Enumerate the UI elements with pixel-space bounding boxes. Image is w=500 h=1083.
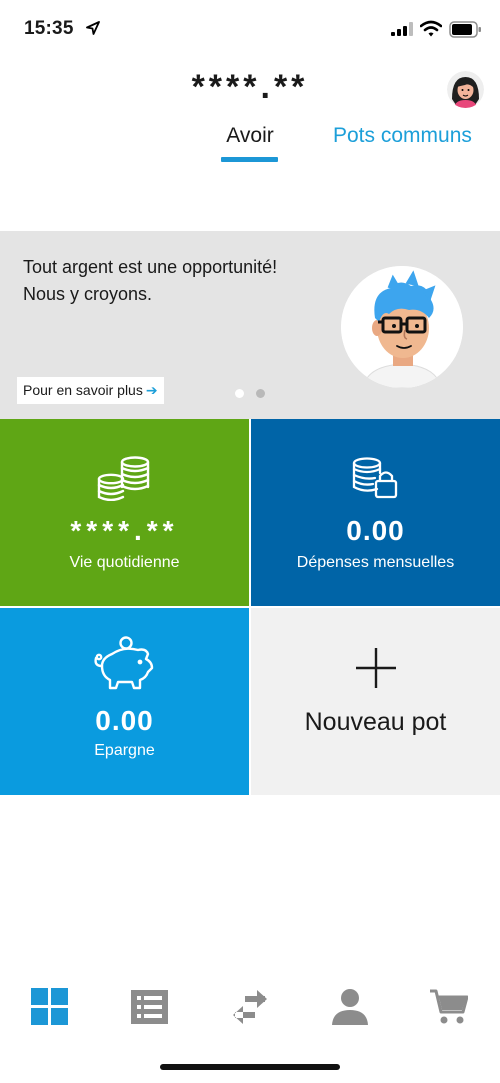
pot-label: Epargne (94, 742, 155, 759)
shopping-cart-icon (430, 989, 469, 1024)
home-indicator[interactable] (160, 1064, 340, 1070)
person-with-blue-hair-illustration (341, 266, 463, 388)
nav-transactions[interactable] (131, 988, 169, 1026)
profile-icon (332, 989, 368, 1025)
nav-transfer[interactable] (231, 988, 269, 1026)
pot-label: Vie quotidienne (69, 554, 180, 571)
banner-text: Tout argent est une opportunité! Nous y … (23, 254, 343, 308)
battery-icon (449, 21, 481, 38)
carousel-dot[interactable] (256, 389, 265, 398)
balance-amount: ****.** (191, 68, 309, 106)
nav-profile[interactable] (331, 988, 369, 1026)
new-pot-tile[interactable]: Nouveau pot (251, 608, 500, 795)
pot-label: Dépenses mensuelles (296, 554, 455, 571)
cellular-signal-icon (391, 22, 413, 36)
arrow-right-icon: ➔ (145, 382, 158, 398)
status-bar: 15:35 (0, 0, 500, 60)
pot-balance: ****.** (70, 515, 179, 546)
active-tab-indicator (221, 157, 278, 162)
user-avatar-icon[interactable] (447, 71, 484, 108)
transfer-arrows-icon (233, 990, 267, 1024)
piggy-bank-icon (93, 636, 153, 690)
plus-icon (356, 648, 396, 688)
coins-stack-icon (97, 456, 149, 501)
tab-pots-communs[interactable]: Pots communs (333, 124, 472, 148)
status-time: 15:35 (24, 18, 74, 39)
pot-tile-depenses-mensuelles[interactable]: 0.00 Dépenses mensuelles (251, 419, 500, 606)
nav-shop[interactable] (430, 988, 469, 1026)
pot-balance: 0.00 (95, 705, 154, 736)
pot-tile-epargne[interactable]: 0.00 Epargne (0, 608, 249, 795)
learn-more-label: Pour en savoir plus (23, 382, 143, 398)
list-icon (131, 990, 168, 1024)
carousel-dot-active[interactable] (235, 389, 244, 398)
pot-tile-vie-quotidienne[interactable]: ****.** Vie quotidienne (0, 419, 249, 606)
tab-avoir[interactable]: Avoir (205, 124, 295, 148)
coins-lock-icon (352, 457, 397, 499)
wifi-icon (420, 20, 442, 37)
promo-banner[interactable]: Tout argent est une opportunité! Nous y … (0, 231, 500, 419)
new-pot-label: Nouveau pot (304, 708, 447, 736)
nav-dashboard[interactable] (31, 988, 69, 1026)
learn-more-link[interactable]: Pour en savoir plus ➔ (17, 377, 164, 404)
pot-balance: 0.00 (346, 515, 405, 546)
banner-line-2: Nous y croyons. (23, 284, 153, 304)
dashboard-grid-icon (31, 988, 68, 1025)
location-arrow-icon (86, 21, 100, 35)
banner-line-1: Tout argent est une opportunité! (23, 257, 278, 277)
